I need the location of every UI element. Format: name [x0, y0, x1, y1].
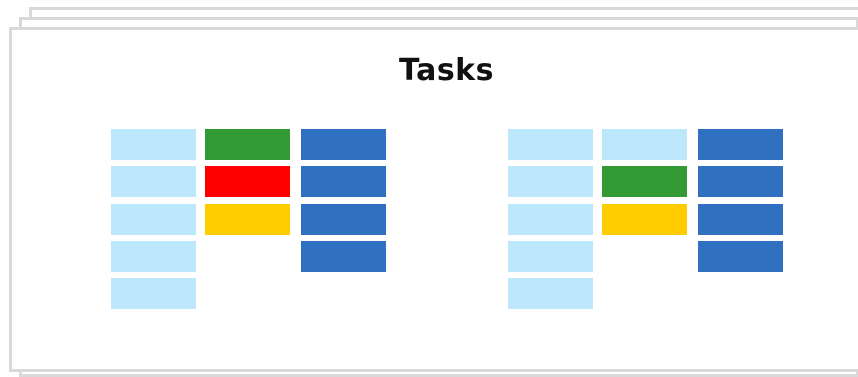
task-tile[interactable]: [111, 129, 196, 160]
task-tile[interactable]: [602, 166, 687, 197]
task-tile[interactable]: [111, 166, 196, 197]
task-tile[interactable]: [111, 204, 196, 235]
task-tile[interactable]: [508, 129, 593, 160]
task-tile[interactable]: [602, 129, 687, 160]
task-tile[interactable]: [111, 241, 196, 272]
task-tile[interactable]: [205, 166, 290, 197]
page-title: Tasks: [398, 53, 494, 88]
task-tile[interactable]: [111, 278, 196, 309]
task-tile[interactable]: [698, 129, 783, 160]
task-tile[interactable]: [508, 204, 593, 235]
task-tile[interactable]: [301, 166, 386, 197]
task-tile[interactable]: [698, 204, 783, 235]
task-tile[interactable]: [301, 129, 386, 160]
task-tile[interactable]: [508, 166, 593, 197]
task-tile[interactable]: [301, 204, 386, 235]
task-tile[interactable]: [205, 129, 290, 160]
task-tile[interactable]: [301, 241, 386, 272]
task-tile[interactable]: [508, 241, 593, 272]
task-tile[interactable]: [602, 204, 687, 235]
task-tile[interactable]: [698, 166, 783, 197]
task-tile[interactable]: [205, 204, 290, 235]
task-tile[interactable]: [508, 278, 593, 309]
task-tile[interactable]: [698, 241, 783, 272]
